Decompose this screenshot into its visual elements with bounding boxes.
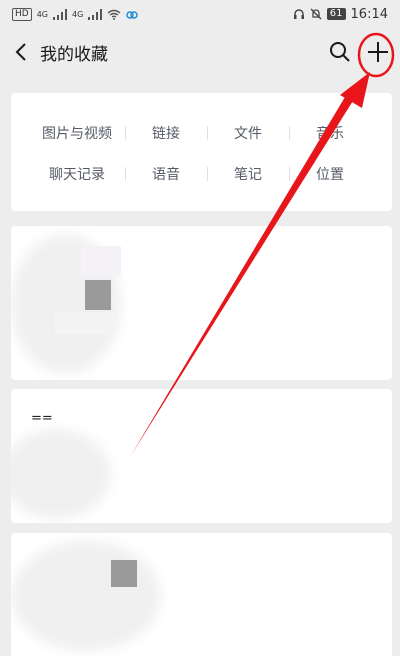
category-music[interactable]: 音乐 [284,123,376,143]
category-chat-history[interactable]: 聊天记录 [31,164,123,184]
mute-bell-icon [310,8,322,20]
status-right: 61 16:14 [293,7,388,22]
page-title: 我的收藏 [40,45,108,65]
image-thumbnail-part [55,312,115,334]
category-panel: 图片与视频 链接 文件 音乐 聊天记录 语音 笔记 位置 [11,93,392,211]
favorite-card[interactable] [11,533,392,656]
redaction-blur [11,541,161,651]
image-thumbnail-redacted [111,560,137,587]
category-files[interactable]: 文件 [202,123,294,143]
battery-level: 61 [326,8,346,20]
headset-icon [293,9,304,19]
category-notes[interactable]: 笔记 [202,164,294,184]
image-thumbnail [81,246,121,276]
signal-icon [53,8,67,20]
nav-bar: 我的收藏 [0,28,400,76]
category-location[interactable]: 位置 [284,164,376,184]
network-4g-label-1: 4G [36,9,48,19]
favorite-card[interactable]: == [11,389,392,523]
search-icon[interactable] [326,38,354,66]
redaction-blur [11,429,111,519]
image-thumbnail-redacted [85,280,111,310]
clock: 16:14 [350,6,388,22]
hd-badge: HD [12,7,32,21]
signal-icon-2 [88,8,103,20]
add-icon[interactable] [362,36,394,68]
category-photos-videos[interactable]: 图片与视频 [31,123,123,143]
category-voice[interactable]: 语音 [120,164,212,184]
wifi-icon [107,9,121,20]
network-4g-label-2: 4G [72,9,84,19]
note-preview-text: == [31,411,53,426]
back-icon[interactable] [8,38,36,66]
app-notification-icon [126,10,138,19]
favorite-card[interactable] [11,226,392,380]
category-links[interactable]: 链接 [120,123,212,143]
status-bar: HD 4G 4G 61 16:14 [0,0,400,28]
status-left: HD 4G 4G [12,7,138,21]
